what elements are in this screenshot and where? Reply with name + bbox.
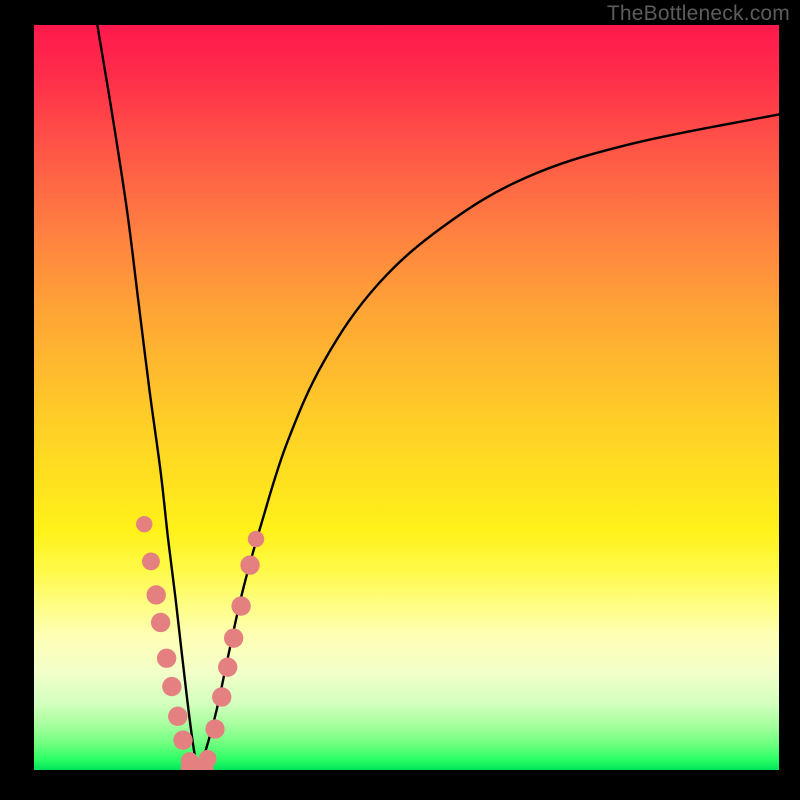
dot-left-2 xyxy=(146,585,165,604)
dot-left-5 xyxy=(162,677,181,696)
dot-right-1 xyxy=(205,719,224,738)
chart-frame: TheBottleneck.com xyxy=(0,0,800,800)
curve-right-branch xyxy=(198,114,779,770)
plot-area xyxy=(34,25,779,770)
dot-left-1 xyxy=(142,552,160,570)
dot-right-2 xyxy=(212,687,231,706)
dot-right-6 xyxy=(240,555,259,574)
dot-right-4 xyxy=(224,628,243,647)
dot-left-0 xyxy=(136,516,152,532)
dot-right-3 xyxy=(218,658,237,677)
curve-left-branch xyxy=(97,25,198,770)
dot-right-7 xyxy=(248,531,264,547)
dot-left-4 xyxy=(157,649,176,668)
dot-left-7 xyxy=(173,731,192,750)
bottleneck-curve xyxy=(34,25,779,770)
dot-left-3 xyxy=(151,613,170,632)
watermark-text: TheBottleneck.com xyxy=(607,2,790,26)
dot-right-5 xyxy=(231,596,250,615)
dot-left-6 xyxy=(168,707,187,726)
